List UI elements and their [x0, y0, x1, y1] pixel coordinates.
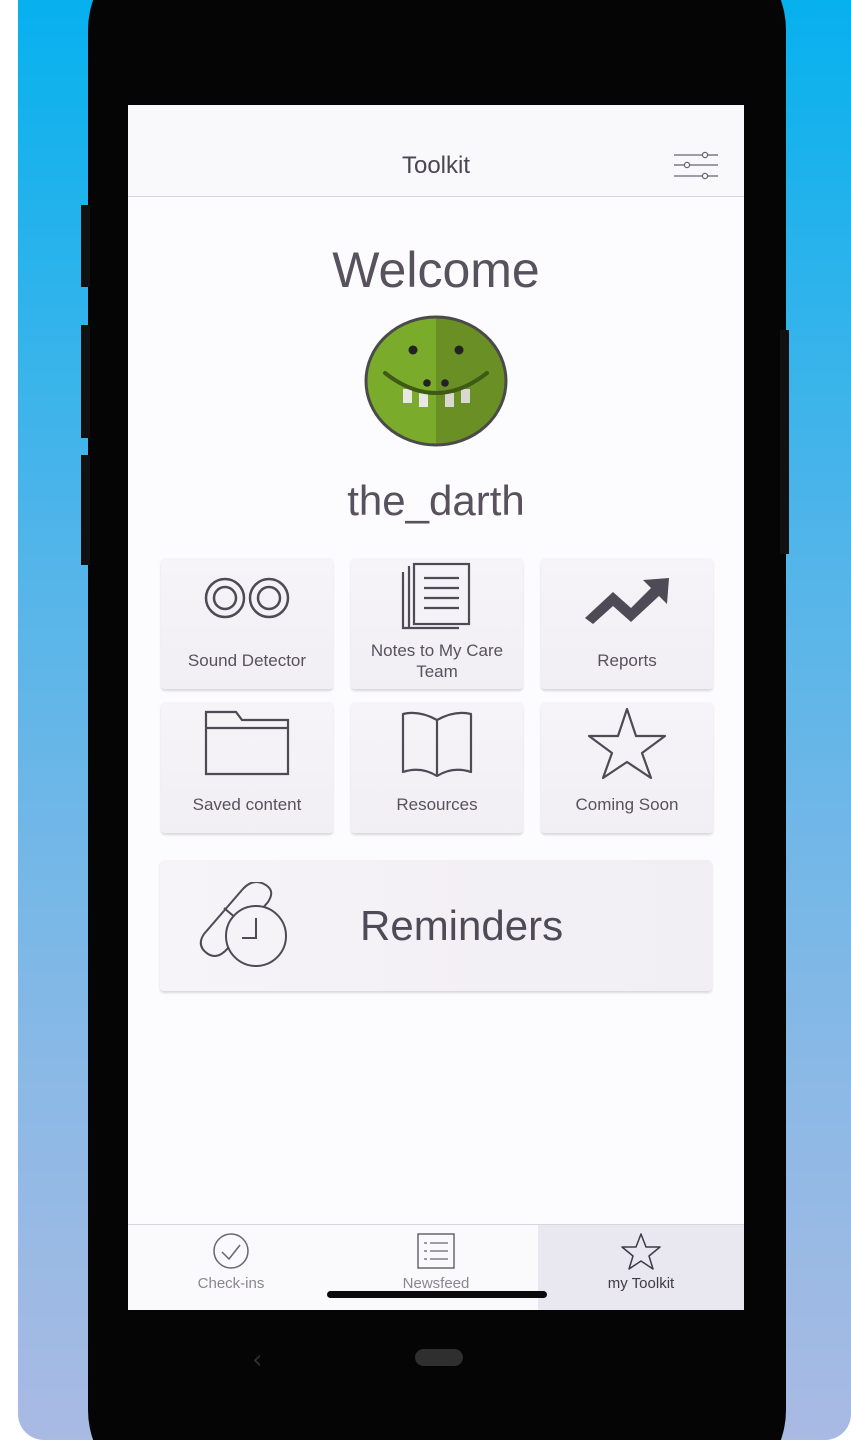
settings-sliders-icon[interactable]: [672, 147, 720, 183]
home-indicator[interactable]: [327, 1291, 547, 1298]
reports-tile[interactable]: Reports: [541, 558, 713, 689]
reminders-label: Reminders: [360, 902, 564, 949]
resources-tile[interactable]: Resources: [351, 702, 523, 833]
welcome-heading: Welcome: [332, 242, 540, 298]
check-circle-icon: [213, 1233, 249, 1269]
android-home-icon[interactable]: [415, 1349, 463, 1366]
voicemail-icon: [204, 577, 290, 619]
notes-icon: [401, 562, 471, 630]
tile-label: Reports: [597, 651, 657, 670]
tile-label: Sound Detector: [187, 651, 307, 670]
tab-label: Check-ins: [197, 1275, 265, 1292]
app-screen: Toolkit Welcome the_darth Sound Detector…: [128, 105, 744, 1310]
sound-detector-tile[interactable]: Sound Detector: [161, 558, 333, 689]
top-bar: Toolkit: [128, 105, 744, 197]
pill-clock-icon: [199, 882, 287, 967]
star-icon: [587, 707, 667, 780]
tile-label: Coming Soon: [575, 795, 679, 814]
coming-soon-tile[interactable]: Coming Soon: [541, 702, 713, 833]
android-back-icon[interactable]: ‹: [252, 1345, 262, 1375]
page-title: Toolkit: [401, 152, 471, 179]
folder-icon: [204, 710, 290, 776]
phone-side-button: [81, 205, 90, 287]
saved-content-tile[interactable]: Saved content: [161, 702, 333, 833]
tab-check-ins[interactable]: Check-ins: [128, 1225, 334, 1310]
star-icon: [621, 1233, 661, 1270]
book-icon: [401, 711, 473, 778]
list-icon: [417, 1233, 455, 1269]
reminders-button[interactable]: Reminders: [160, 860, 712, 991]
username: the_darth: [347, 477, 525, 524]
tile-label: Resources: [396, 795, 478, 814]
avatar[interactable]: [361, 313, 511, 449]
phone-side-button: [81, 325, 90, 438]
tab-my-toolkit[interactable]: my Toolkit: [538, 1225, 744, 1310]
trending-up-icon: [585, 578, 669, 624]
tile-label: Saved content: [192, 795, 302, 814]
tab-label: Newsfeed: [402, 1275, 470, 1292]
phone-side-button: [81, 455, 90, 565]
phone-side-button: [780, 330, 789, 554]
notes-to-care-team-tile[interactable]: Notes to My Care Team: [351, 558, 523, 689]
tab-label: my Toolkit: [607, 1275, 675, 1292]
tile-label: Notes to My Care Team: [370, 641, 504, 681]
